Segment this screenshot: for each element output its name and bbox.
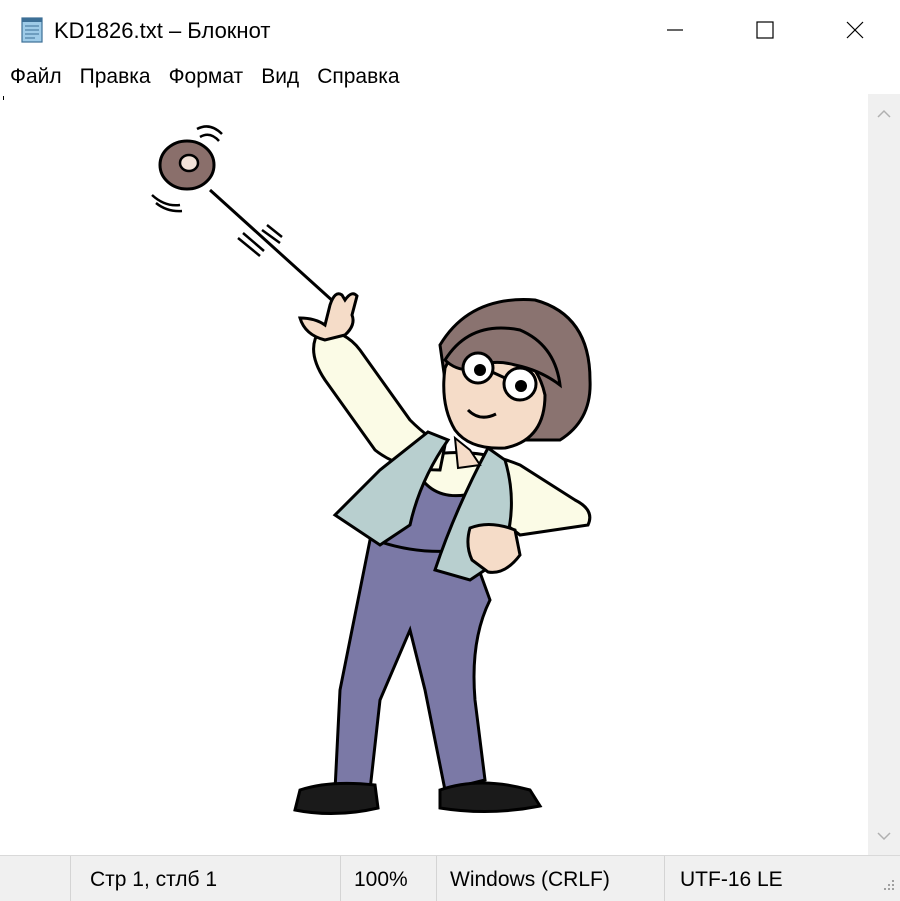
cursor-position: Стр 1, стлб 1 [90,868,218,891]
zoom-level: 100% [354,868,408,891]
status-separator [70,856,71,901]
scroll-up-button[interactable] [868,98,900,130]
notepad-icon [21,17,43,43]
maximize-button[interactable] [720,0,810,60]
close-icon [846,21,864,39]
status-separator [340,856,341,901]
maximize-icon [756,21,774,39]
title-bar[interactable]: KD1826.txt – Блокнот [0,0,900,60]
scroll-down-button[interactable] [868,820,900,852]
menu-view[interactable]: Вид [252,60,308,94]
menu-bar: Файл Правка Формат Вид Справка [0,60,900,95]
menu-format[interactable]: Формат [160,60,253,94]
menu-file[interactable]: Файл [0,60,71,94]
yoyo [158,139,216,191]
menu-edit[interactable]: Правка [71,60,160,94]
chevron-down-icon [877,832,891,841]
line-endings: Windows (CRLF) [450,868,610,891]
encoding: UTF-16 LE [680,868,783,891]
yoyo-string [208,188,337,305]
minimize-button[interactable] [630,0,720,60]
minimize-icon [667,29,683,31]
resize-grip-icon[interactable] [878,878,896,896]
text-editor-area[interactable] [0,94,868,855]
vertical-scrollbar[interactable] [868,94,900,855]
window-title: KD1826.txt – Блокнот [54,18,271,43]
girl-with-yoyo-illustration [151,125,592,816]
status-separator [436,856,437,901]
status-separator [664,856,665,901]
status-bar: Стр 1, стлб 1 100% Windows (CRLF) UTF-16… [0,855,900,901]
chevron-up-icon [877,109,891,118]
close-button[interactable] [810,0,900,60]
menu-help[interactable]: Справка [308,60,408,94]
